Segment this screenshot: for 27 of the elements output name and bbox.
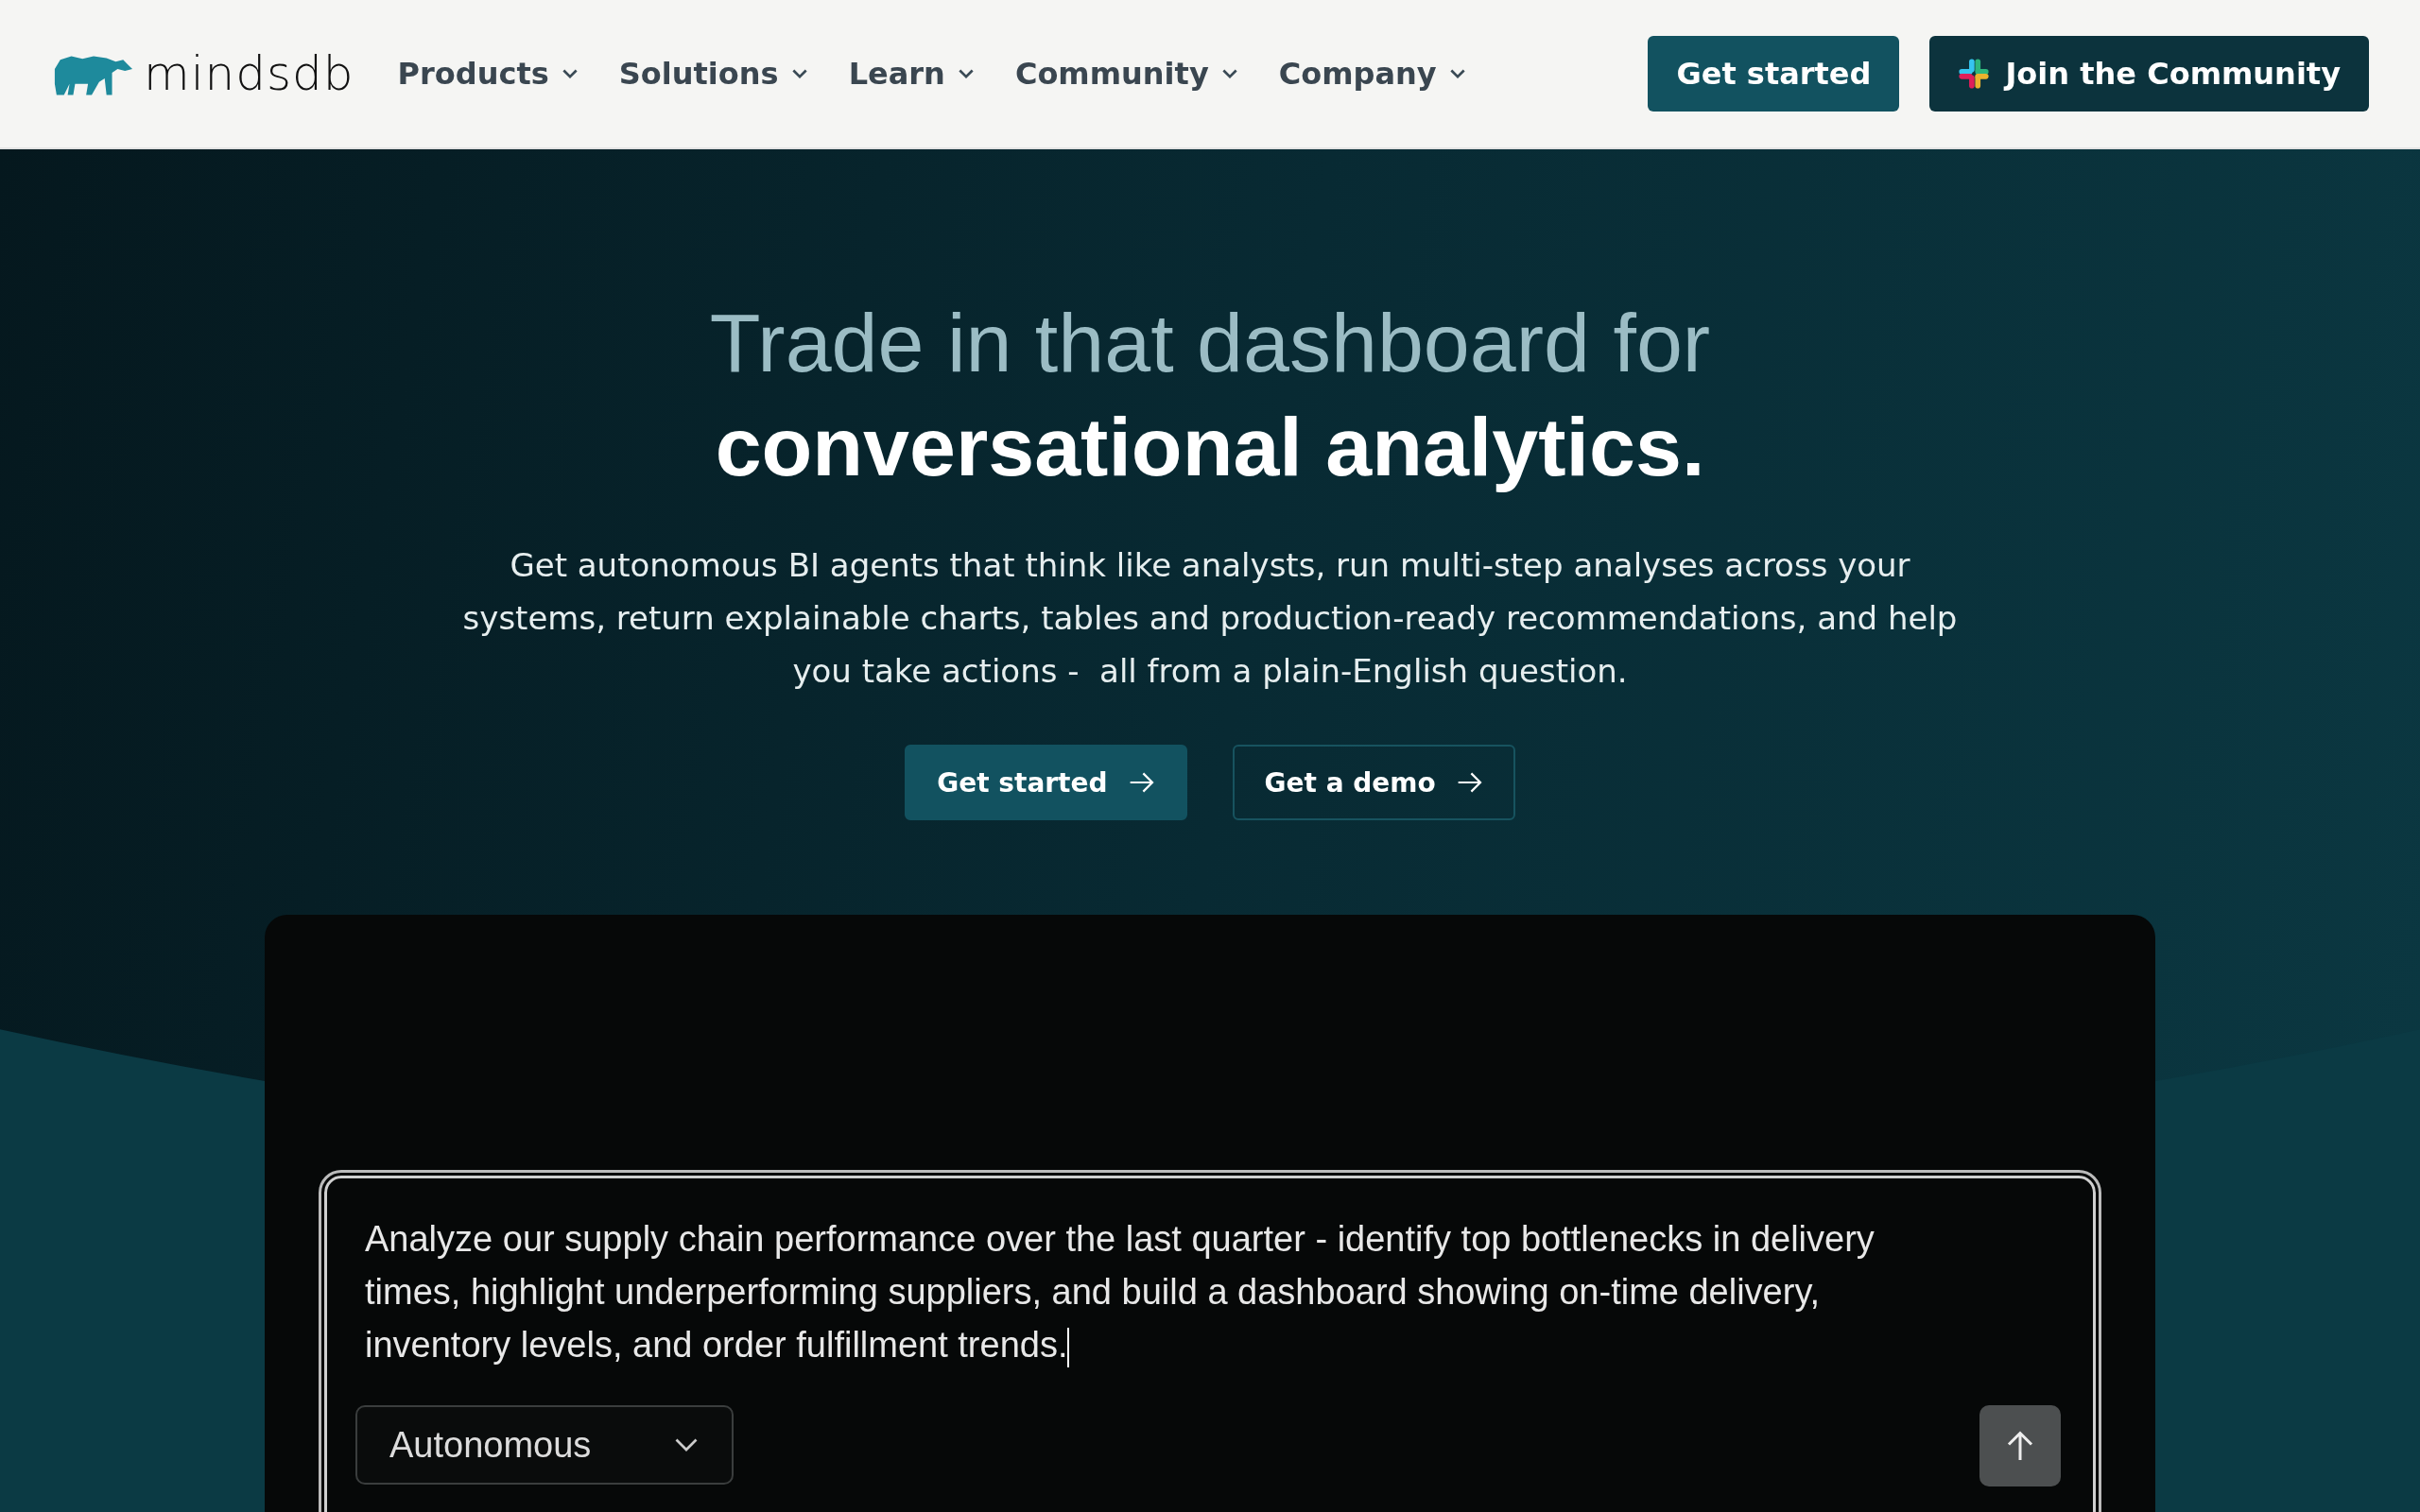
arrow-up-icon	[2006, 1430, 2034, 1462]
slack-icon	[1958, 58, 1991, 90]
get-started-button[interactable]: Get started	[905, 745, 1187, 820]
join-community-button[interactable]: Join the Community	[1929, 36, 2369, 112]
mode-dropdown[interactable]: Autonomous	[355, 1405, 734, 1485]
nav-menu-item[interactable]: Community	[1014, 56, 1237, 92]
chevron-down-icon	[1449, 68, 1465, 79]
hero-title: Trade in that dashboard for	[709, 295, 1711, 391]
hero-description: Get autonomous BI agents that think like analysts, run multi-step analyses across your systems, return explainable charts, tables and production-ready recommendations, and help you take actions - all from a plain-English question.	[461, 545, 1959, 692]
demo-button[interactable]: Get a demo	[1232, 745, 1515, 820]
logo-link[interactable]: mindsdb	[51, 46, 354, 101]
arrow-right-icon	[1128, 772, 1155, 793]
prompt-field[interactable]: Analyze our supply chain performance over the last quarter - identify top bottlenecks in delivery times, highlight underperforming suppliers, and build a dashboard showing on-time delivery, inventory levels, and order fulfillment trends.	[365, 1212, 1896, 1371]
chevron-down-icon	[1221, 68, 1237, 79]
arrow-right-icon	[1456, 772, 1483, 793]
chevron-down-icon	[562, 68, 578, 79]
get-started-button[interactable]: Get started	[1648, 36, 1900, 112]
nav-menu-item[interactable]: Learn	[848, 56, 974, 92]
nav-menu-item[interactable]: Company	[1278, 56, 1465, 92]
chevron-down-icon	[958, 68, 974, 79]
send-button[interactable]	[1979, 1405, 2061, 1486]
hero-title-emphasis: conversational analytics.	[715, 399, 1705, 495]
chevron-down-icon	[675, 1437, 698, 1452]
text-cursor-icon	[1067, 1327, 1070, 1367]
nav-menu-item[interactable]: Products	[397, 56, 578, 92]
chevron-down-icon	[791, 68, 807, 79]
nav-menu-item[interactable]: Solutions	[618, 56, 807, 92]
